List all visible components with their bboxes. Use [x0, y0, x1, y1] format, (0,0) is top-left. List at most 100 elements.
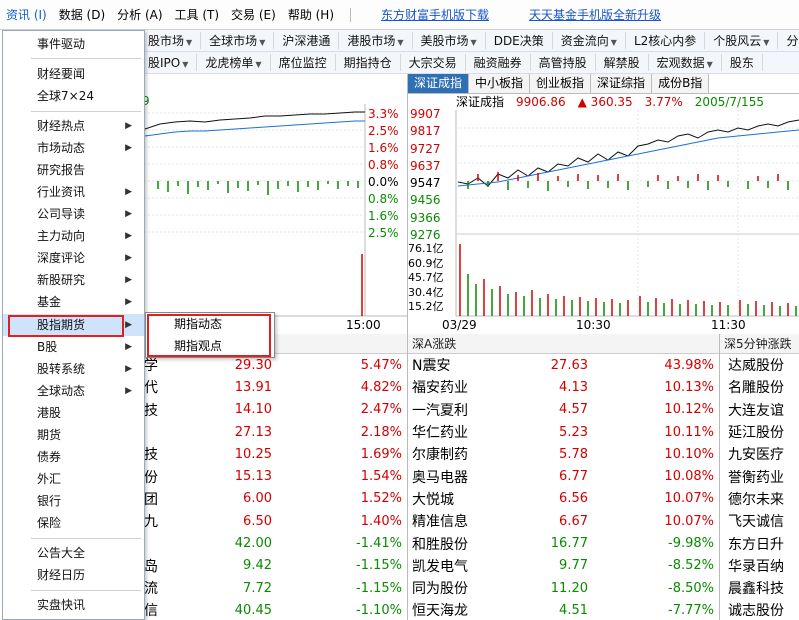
- table-row[interactable]: 飞天诚信: [720, 510, 799, 532]
- table-row[interactable]: 诚志股份: [720, 599, 799, 620]
- table-row[interactable]: 誉衡药业: [720, 465, 799, 487]
- menu-item-hk-stocks[interactable]: 港股: [3, 402, 144, 424]
- menu-item-b-shares[interactable]: B股 ▶: [3, 336, 144, 358]
- table-row[interactable]: 大连友谊: [720, 399, 799, 421]
- tool-exec-holdings[interactable]: 高管持股: [531, 54, 596, 71]
- menu-item-main-force[interactable]: 主力动向 ▶: [3, 225, 144, 247]
- menu-item-label: 研究报告: [37, 163, 86, 177]
- tool-shareholders[interactable]: 股东: [722, 54, 763, 71]
- menu-item-global-news[interactable]: 全球动态 ▶: [3, 380, 144, 402]
- menu-item-commentary[interactable]: 深度评论 ▶: [3, 247, 144, 269]
- table-row[interactable]: 华仁药业 5.23 10.11%: [408, 421, 719, 443]
- tool-stock-market[interactable]: 股市场 ▼: [140, 32, 202, 49]
- menu-item-label: 公告大全: [37, 546, 86, 560]
- menu-item-insurance[interactable]: 保险: [3, 512, 144, 534]
- tool-hk-connect[interactable]: 沪深港通: [274, 32, 340, 49]
- menu-item-hot-topics[interactable]: 财经热点 ▶: [3, 115, 144, 137]
- table-row[interactable]: 代 13.91 4.82%: [140, 376, 407, 398]
- tool-global-market[interactable]: 全球市场 ▼: [201, 32, 275, 49]
- menu-item-funds[interactable]: 基金 ▶: [3, 291, 144, 313]
- table-row[interactable]: 精准信息 6.67 10.07%: [408, 510, 719, 532]
- table-row[interactable]: 大悦城 6.56 10.07%: [408, 488, 719, 510]
- tool-ipo[interactable]: 股IPO ▼: [140, 54, 198, 71]
- table-row[interactable]: 凯发电气 9.77 -8.52%: [408, 555, 719, 577]
- fund-app-link[interactable]: 天天基金手机版全新升级: [509, 6, 681, 23]
- menu-help[interactable]: 帮助 (H): [282, 6, 340, 23]
- table-row[interactable]: 东方日升: [720, 532, 799, 554]
- menu-item-finance-news[interactable]: 财经要闻: [3, 63, 144, 85]
- submenu-item-futures-views[interactable]: 期指观点: [146, 335, 274, 357]
- table-row[interactable]: 华录百纳: [720, 555, 799, 577]
- menu-item-global-7x24[interactable]: 全球7×24: [3, 85, 144, 107]
- menu-item-futures[interactable]: 期货: [3, 424, 144, 446]
- menu-item-research[interactable]: 研究报告: [3, 159, 144, 181]
- menu-item-forex[interactable]: 外汇: [3, 468, 144, 490]
- table-row[interactable]: 团 6.00 1.52%: [140, 488, 407, 510]
- table-row[interactable]: 技 10.25 1.69%: [140, 443, 407, 465]
- tool-us-market[interactable]: 美股市场 ▼: [413, 32, 486, 49]
- submenu-item-futures-news[interactable]: 期指动态: [146, 313, 274, 335]
- table-row[interactable]: 一汽夏利 4.57 10.12%: [408, 399, 719, 421]
- table-row[interactable]: 福安药业 4.13 10.13%: [408, 376, 719, 398]
- table-row[interactable]: 流 7.72 -1.15%: [140, 577, 407, 599]
- table-row[interactable]: 份 15.13 1.54%: [140, 465, 407, 487]
- tool-fund-flow[interactable]: 资金流向 ▼: [553, 32, 626, 49]
- menu-item-event-driven[interactable]: 事件驱动: [3, 33, 144, 55]
- table-row[interactable]: 延江股份: [720, 421, 799, 443]
- stock-name: 达威股份: [728, 358, 784, 375]
- table-row[interactable]: 岛 9.42 -1.15%: [140, 555, 407, 577]
- menu-item-industry[interactable]: 行业资讯 ▶: [3, 181, 144, 203]
- table-row[interactable]: 42.00 -1.41%: [140, 532, 407, 554]
- menu-item-index-futures[interactable]: 股指期货 ▶: [3, 314, 144, 336]
- tool-stock-news[interactable]: 个股风云 ▼: [705, 32, 779, 49]
- stock-name: 大连友谊: [728, 402, 784, 419]
- table-row[interactable]: 技 14.10 2.47%: [140, 399, 407, 421]
- tool-block-trade[interactable]: 大宗交易: [401, 54, 466, 71]
- tool-dde[interactable]: DDE决策: [486, 32, 553, 49]
- table-row[interactable]: 信 40.45 -1.10%: [140, 599, 407, 620]
- table-row[interactable]: 恒天海龙 4.51 -7.77%: [408, 599, 719, 620]
- menu-trade[interactable]: 交易 (E): [225, 6, 282, 23]
- chevron-right-icon: ▶: [125, 320, 132, 330]
- menu-item-announcements[interactable]: 公告大全: [3, 542, 144, 564]
- menu-item-live-trades[interactable]: 实盘快讯: [3, 594, 144, 616]
- tool-analysis[interactable]: 分析: [778, 32, 799, 49]
- tool-seat-monitor[interactable]: 席位监控: [271, 54, 336, 71]
- mobile-download-link[interactable]: 东方财富手机版下载: [361, 6, 509, 23]
- tool-unlock[interactable]: 解禁股: [596, 54, 649, 71]
- table-row[interactable]: 奥马电器 6.77 10.08%: [408, 465, 719, 487]
- tool-futures-position[interactable]: 期指持仓: [336, 54, 401, 71]
- table-row[interactable]: 尔康制药 5.78 10.10%: [408, 443, 719, 465]
- menu-item-company[interactable]: 公司导读 ▶: [3, 203, 144, 225]
- menu-news[interactable]: 资讯 (I): [0, 6, 53, 23]
- menu-data[interactable]: 数据 (D): [53, 6, 111, 23]
- menu-analysis[interactable]: 分析 (A): [111, 6, 168, 23]
- menu-item-market-news[interactable]: 市场动态 ▶: [3, 137, 144, 159]
- tool-macro[interactable]: 宏观数据 ▼: [649, 54, 722, 71]
- table-row[interactable]: 达威股份: [720, 354, 799, 376]
- table-row[interactable]: 和胜股份 16.77 -9.98%: [408, 532, 719, 554]
- table-row[interactable]: 九安医疗: [720, 443, 799, 465]
- table-row[interactable]: 九 6.50 1.40%: [140, 510, 407, 532]
- tool-margin[interactable]: 融资融券: [466, 54, 531, 71]
- table-row[interactable]: 27.13 2.18%: [140, 421, 407, 443]
- stock-pct: 5.47%: [360, 357, 402, 373]
- menu-item-banks[interactable]: 银行: [3, 490, 144, 512]
- menu-item-neeq[interactable]: 股转系统 ▶: [3, 358, 144, 380]
- chart-right-panel[interactable]: 深证成指 中小板指 创业板指 深证综指 成份B指 深证成指 9906.86 ▲ …: [408, 74, 799, 334]
- table-row[interactable]: 晨鑫科技: [720, 577, 799, 599]
- menu-item-ipo-research[interactable]: 新股研究 ▶: [3, 269, 144, 291]
- table-row[interactable]: 同为股份 11.20 -8.50%: [408, 577, 719, 599]
- menu-tools[interactable]: 工具 (T): [169, 6, 226, 23]
- chart-left-panel[interactable]: 9 3.3% 2.5% 1.6% 0.8% 0.0% 0.8% 1.6% 2.5…: [140, 74, 408, 334]
- tool-dragon-tiger[interactable]: 龙虎榜单 ▼: [197, 54, 271, 71]
- menu-item-calendar[interactable]: 财经日历: [3, 564, 144, 586]
- stock-pct: 1.54%: [360, 469, 402, 485]
- menu-item-label: 债券: [37, 450, 62, 464]
- table-row[interactable]: 德尔未来: [720, 488, 799, 510]
- menu-item-bonds[interactable]: 债券: [3, 446, 144, 468]
- table-row[interactable]: 名雕股份: [720, 376, 799, 398]
- tool-hk-market[interactable]: 港股市场 ▼: [339, 32, 413, 49]
- table-row[interactable]: N震安 27.63 43.98%: [408, 354, 719, 376]
- tool-l2[interactable]: L2核心内参: [626, 32, 706, 49]
